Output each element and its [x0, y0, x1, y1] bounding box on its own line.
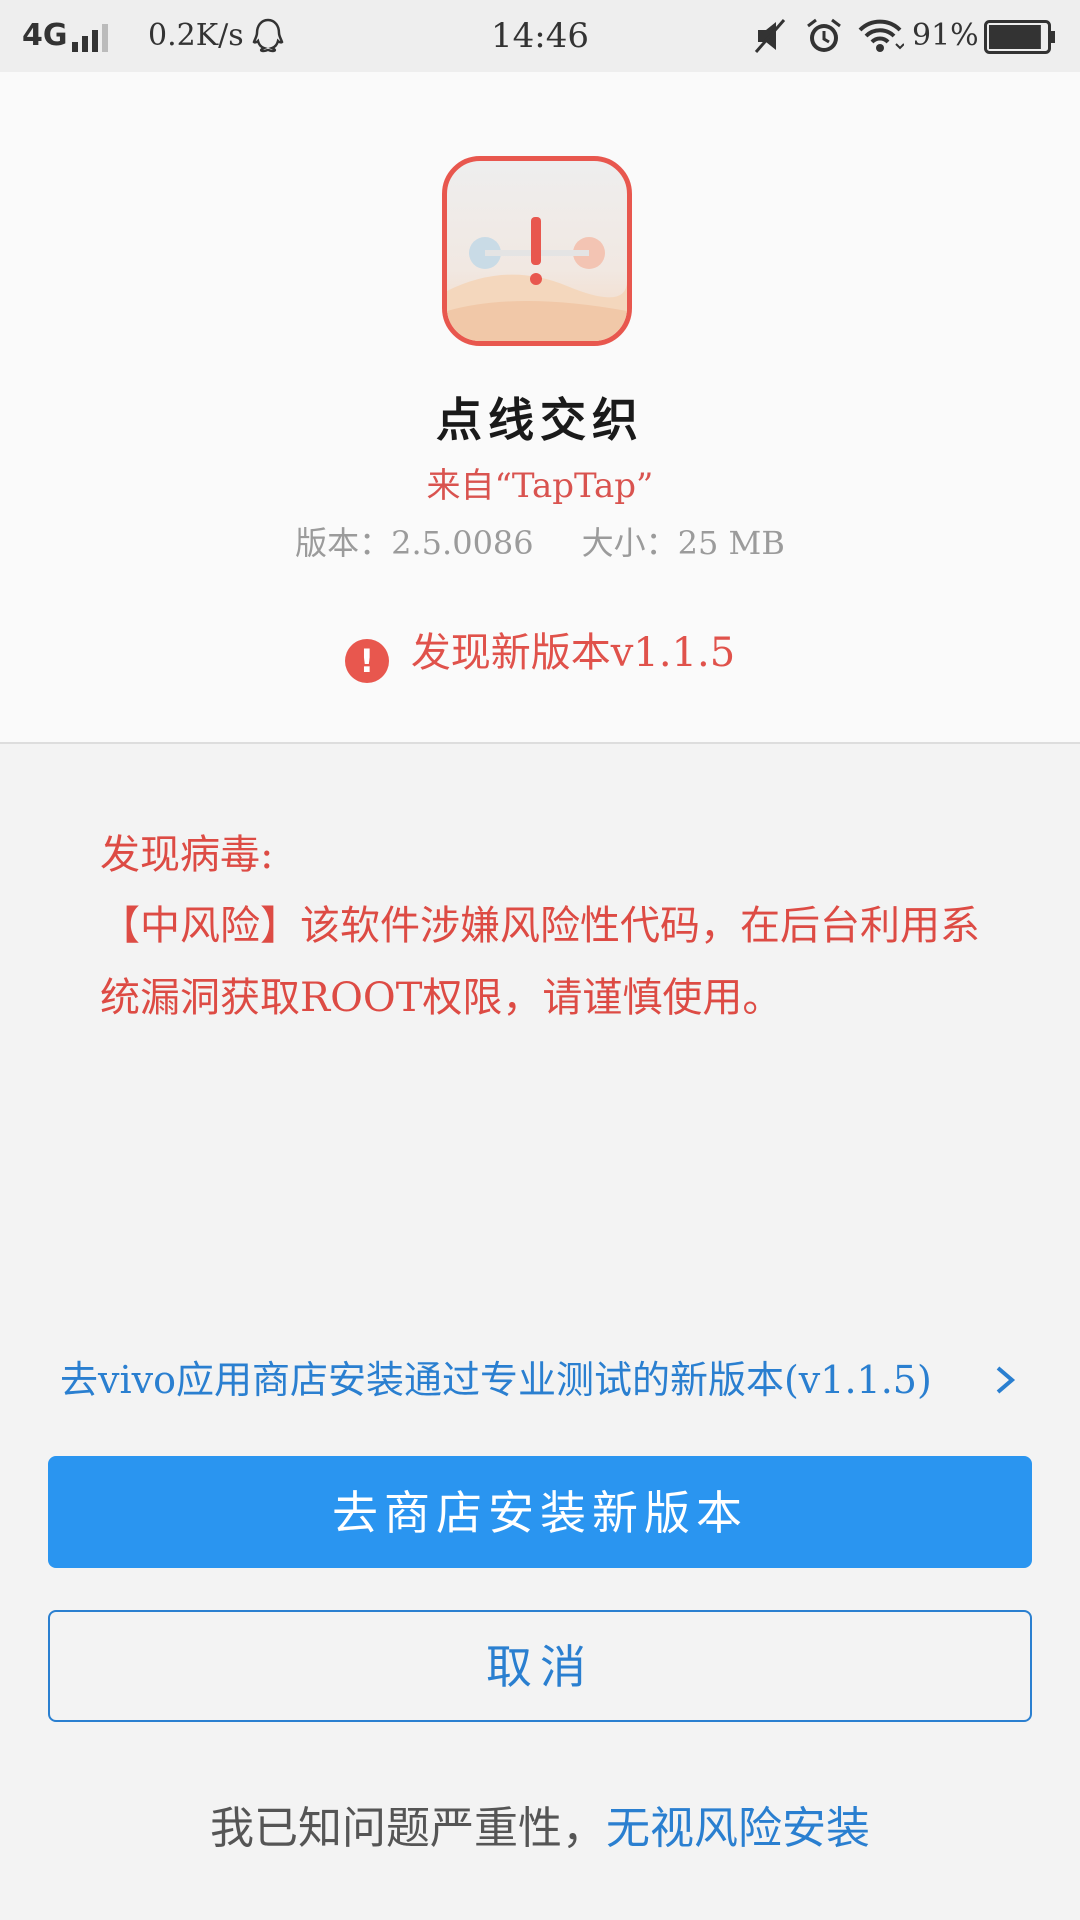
warning-icon: !	[344, 639, 389, 683]
status-bar: 4G 0.2K/s 14:46 91%	[0, 0, 1080, 72]
chevron-right-icon	[992, 1352, 1020, 1423]
battery-percent: 91%	[912, 18, 979, 53]
update-notice: ! 发现新版本v1.1.5	[0, 620, 1080, 683]
install-new-version-button[interactable]: 去商店安装新版本	[48, 1456, 1032, 1568]
size-label: 大小：25 MB	[581, 524, 785, 562]
version-label: 版本：2.5.0086	[295, 524, 534, 562]
alarm-icon	[804, 16, 844, 65]
battery-icon	[984, 20, 1056, 63]
ignore-prefix: 我已知问题严重性，	[210, 1803, 606, 1854]
app-name: 点线交织	[436, 393, 644, 447]
virus-description: 【中风险】该软件涉嫌风险性代码，在后台利用系统漏洞获取ROOT权限，请谨慎使用。	[100, 903, 980, 1021]
ignore-risk-install-link[interactable]: 无视风险安装	[606, 1803, 870, 1854]
app-source: 来自“TapTap”	[426, 466, 654, 506]
mute-icon	[752, 16, 788, 65]
store-link-text: 去vivo应用商店安装通过专业测试的新版本(v1.1.5)	[60, 1358, 932, 1402]
update-notice-text: 发现新版本v1.1.5	[410, 630, 736, 676]
wifi-icon	[856, 16, 905, 65]
cancel-button[interactable]: 取消	[48, 1610, 1032, 1722]
store-link[interactable]: 去vivo应用商店安装通过专业测试的新版本(v1.1.5)	[60, 1352, 1020, 1408]
virus-title: 发现病毒:	[100, 832, 274, 878]
ignore-risk-row: 我已知问题严重性，无视风险安装	[0, 1792, 1080, 1856]
app-info-card: 点线交织 来自“TapTap” 版本：2.5.0086 大小：25 MB ! 发现新…	[0, 72, 1080, 744]
app-icon	[442, 156, 632, 346]
app-meta: 版本：2.5.0086 大小：25 MB	[0, 518, 1080, 564]
